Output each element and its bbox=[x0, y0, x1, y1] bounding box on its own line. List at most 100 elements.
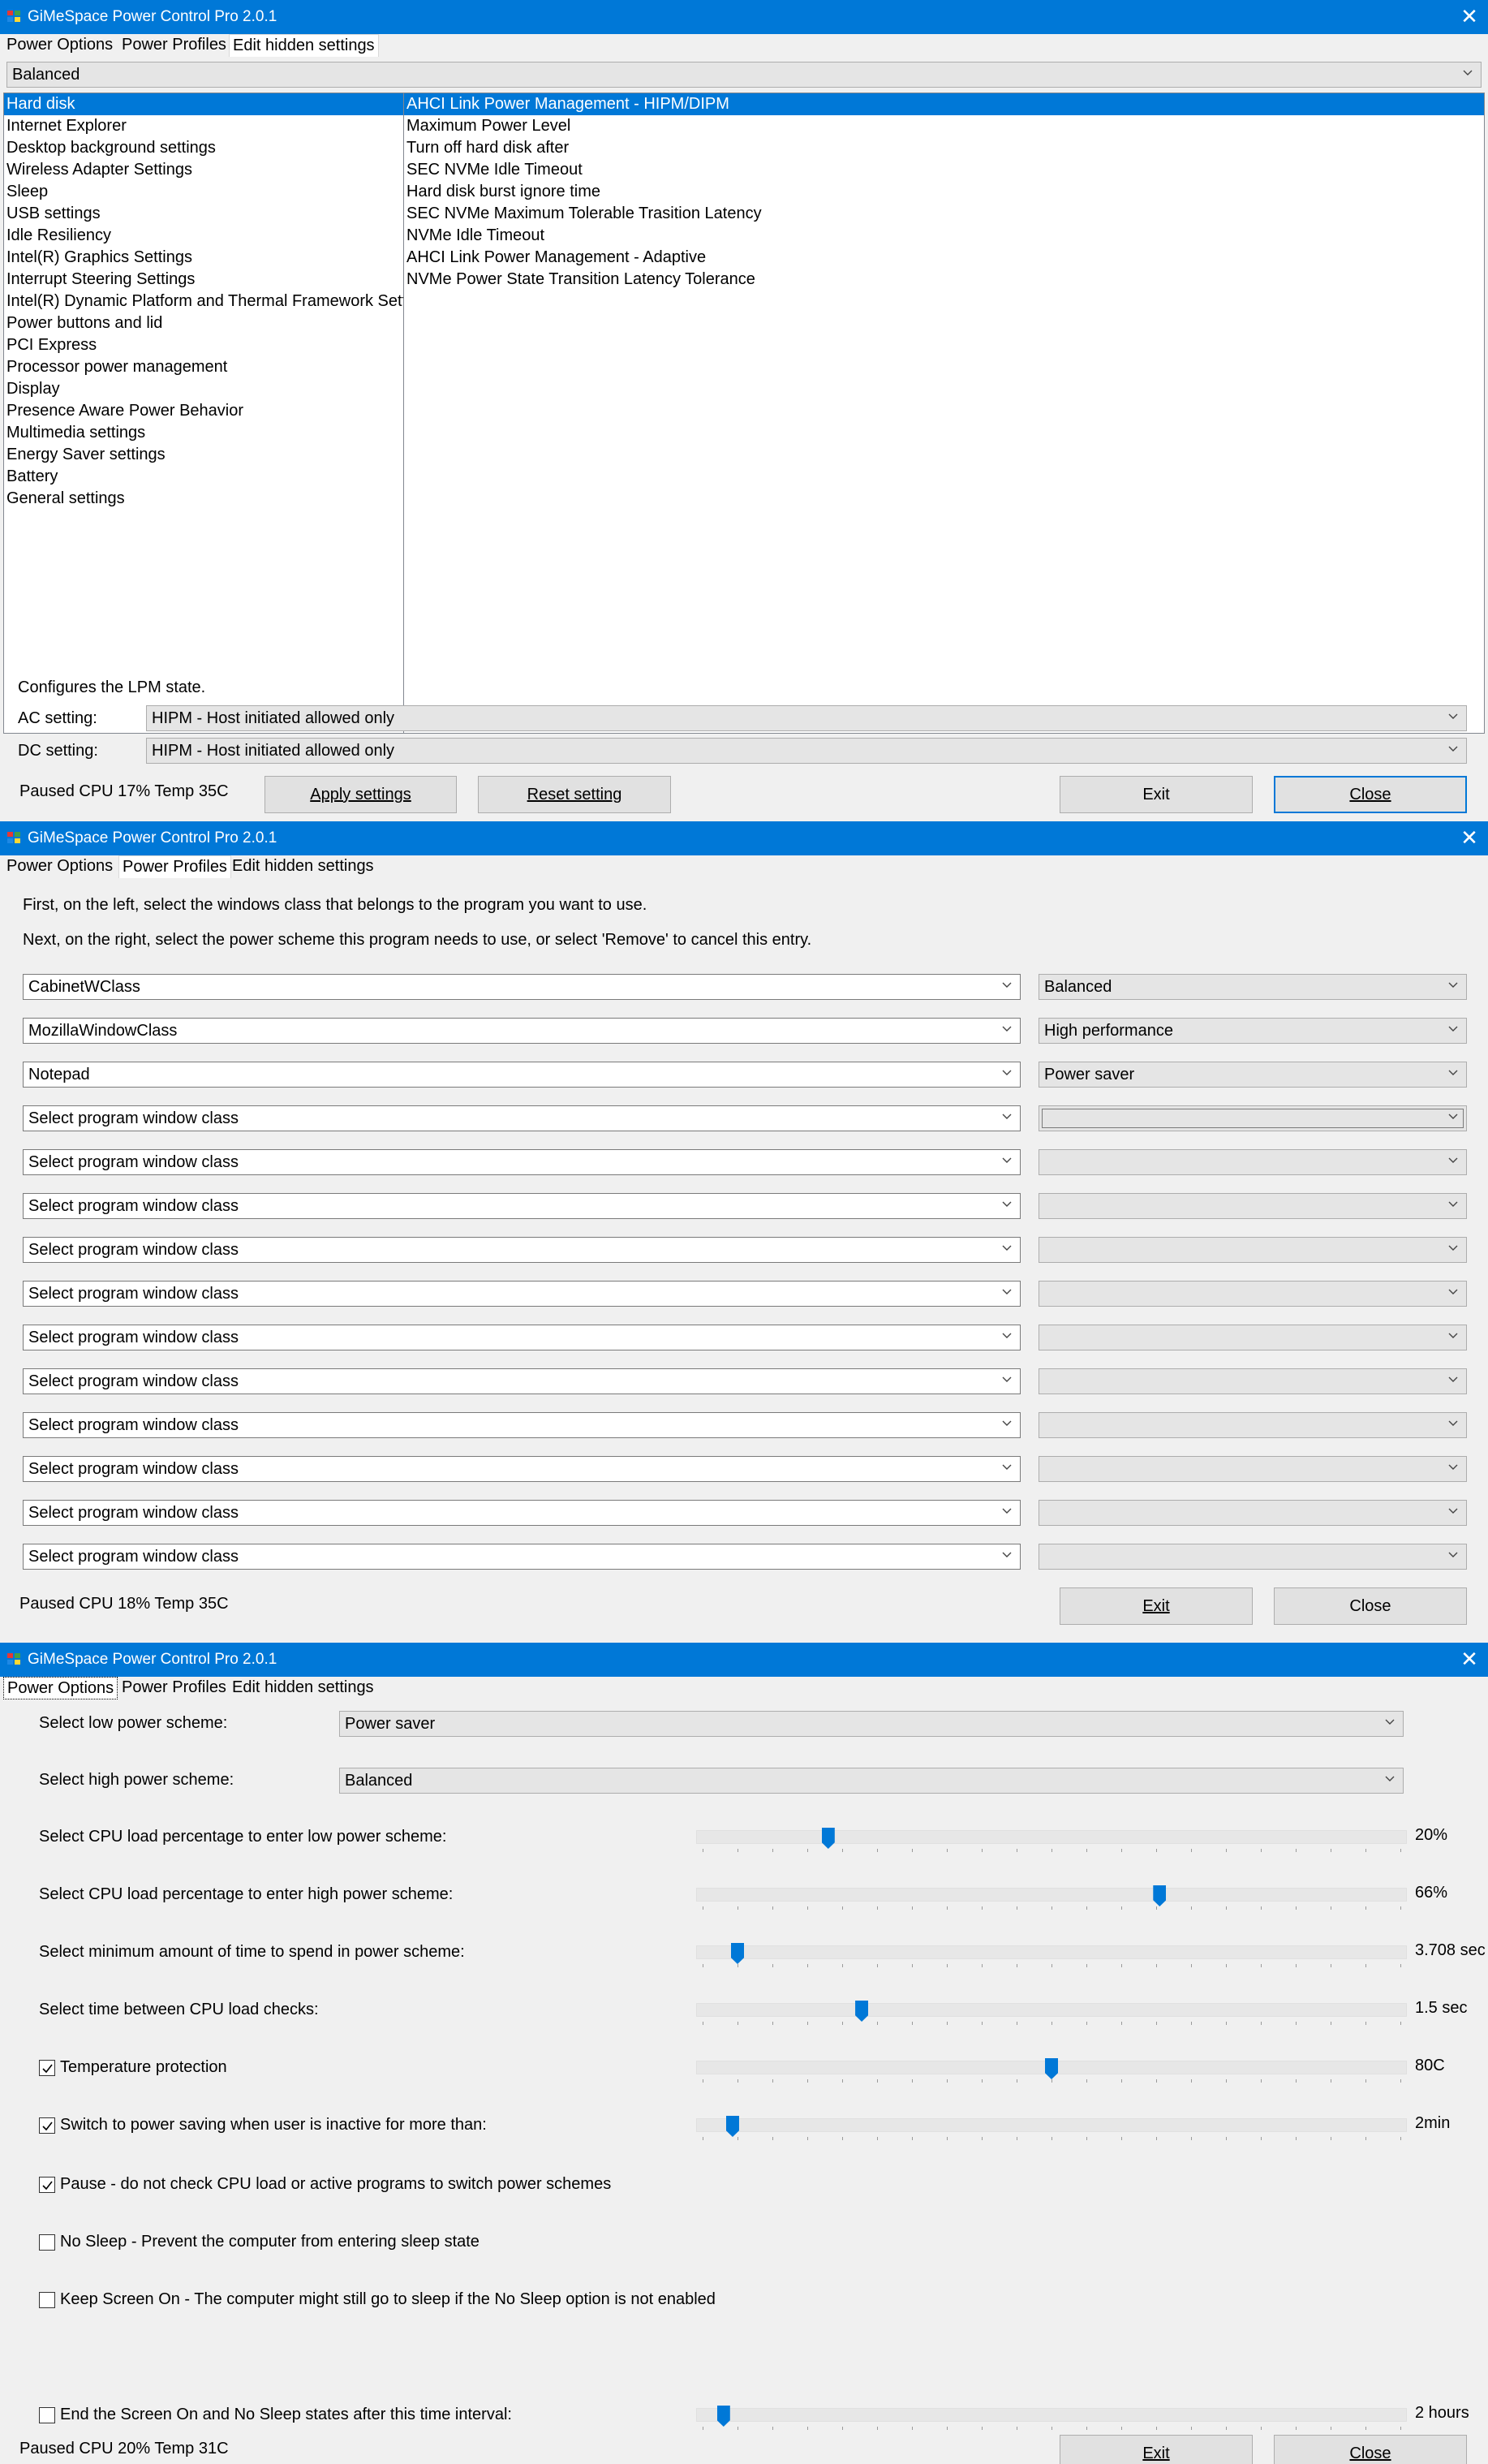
scheme-select[interactable]: Balanced bbox=[6, 62, 1482, 88]
power-scheme-select[interactable]: High performance bbox=[1039, 1018, 1467, 1044]
power-scheme-select[interactable] bbox=[1039, 1237, 1467, 1263]
category-item[interactable]: Display bbox=[4, 378, 403, 400]
tab-edit-hidden-settings[interactable]: Edit hidden settings bbox=[229, 855, 377, 878]
category-item[interactable]: Wireless Adapter Settings bbox=[4, 159, 403, 181]
window-class-select[interactable]: Select program window class bbox=[23, 1456, 1021, 1482]
close-icon[interactable]: ✕ bbox=[1451, 1643, 1488, 1677]
title-bar[interactable]: GiMeSpace Power Control Pro 2.0.1 ✕ bbox=[0, 821, 1488, 855]
category-item[interactable]: Processor power management bbox=[4, 356, 403, 378]
category-item[interactable]: Hard disk bbox=[4, 93, 403, 115]
tab-power-options[interactable]: Power Options bbox=[3, 34, 116, 57]
category-item[interactable]: Presence Aware Power Behavior bbox=[4, 400, 403, 422]
category-item[interactable]: Intel(R) Graphics Settings bbox=[4, 247, 403, 269]
power-scheme-select[interactable] bbox=[1039, 1456, 1467, 1482]
category-item[interactable]: Energy Saver settings bbox=[4, 444, 403, 466]
reset-setting-button[interactable]: Reset setting bbox=[478, 776, 671, 813]
window-class-select[interactable]: Notepad bbox=[23, 1062, 1021, 1088]
category-list[interactable]: Hard disk Internet Explorer Desktop backgr… bbox=[3, 93, 404, 734]
category-item[interactable]: PCI Express bbox=[4, 334, 403, 356]
window-class-select[interactable]: Select program window class bbox=[23, 1193, 1021, 1219]
window-class-select[interactable]: Select program window class bbox=[23, 1281, 1021, 1307]
window-class-select[interactable]: Select program window class bbox=[23, 1544, 1021, 1570]
title-bar[interactable]: GiMeSpace Power Control Pro 2.0.1 ✕ bbox=[0, 1643, 1488, 1677]
close-button[interactable]: Close bbox=[1274, 776, 1467, 813]
option-checkbox[interactable] bbox=[39, 2292, 55, 2308]
slider-thumb[interactable] bbox=[725, 2116, 739, 2137]
category-item[interactable]: Desktop background settings bbox=[4, 137, 403, 159]
option-slider[interactable] bbox=[696, 2052, 1407, 2084]
category-item[interactable]: Multimedia settings bbox=[4, 422, 403, 444]
tab-power-options[interactable]: Power Options bbox=[3, 1677, 118, 1699]
window-class-select[interactable]: Select program window class bbox=[23, 1368, 1021, 1394]
power-scheme-select[interactable] bbox=[1039, 1193, 1467, 1219]
low-scheme-select[interactable]: Power saver bbox=[339, 1711, 1404, 1737]
category-item[interactable]: Idle Resiliency bbox=[4, 225, 403, 247]
tab-power-options[interactable]: Power Options bbox=[3, 855, 116, 878]
setting-item[interactable]: NVMe Power State Transition Latency Tole… bbox=[404, 269, 1484, 291]
window-class-select[interactable]: Select program window class bbox=[23, 1105, 1021, 1131]
option-checkbox[interactable] bbox=[39, 2117, 55, 2134]
setting-item[interactable]: SEC NVMe Idle Timeout bbox=[404, 159, 1484, 181]
high-scheme-select[interactable]: Balanced bbox=[339, 1768, 1404, 1794]
end-interval-slider[interactable] bbox=[696, 2399, 1407, 2432]
window-class-select[interactable]: CabinetWClass bbox=[23, 974, 1021, 1000]
option-slider[interactable] bbox=[696, 2109, 1407, 2142]
setting-item[interactable]: Hard disk burst ignore time bbox=[404, 181, 1484, 203]
slider-thumb[interactable] bbox=[1153, 1885, 1167, 1906]
power-scheme-select[interactable]: Power saver bbox=[1039, 1062, 1467, 1088]
category-item[interactable]: Battery bbox=[4, 466, 403, 488]
tab-edit-hidden-settings[interactable]: Edit hidden settings bbox=[229, 34, 379, 57]
exit-button[interactable]: Exit bbox=[1060, 1587, 1253, 1625]
window-class-select[interactable]: Select program window class bbox=[23, 1237, 1021, 1263]
power-scheme-select[interactable]: Balanced bbox=[1039, 974, 1467, 1000]
option-checkbox[interactable] bbox=[39, 2177, 55, 2193]
power-scheme-select[interactable] bbox=[1039, 1500, 1467, 1526]
setting-item[interactable]: AHCI Link Power Management - Adaptive bbox=[404, 247, 1484, 269]
window-class-select[interactable]: Select program window class bbox=[23, 1412, 1021, 1438]
ac-setting-select[interactable]: HIPM - Host initiated allowed only bbox=[146, 705, 1467, 731]
close-icon[interactable]: ✕ bbox=[1451, 821, 1488, 855]
close-button[interactable]: Close bbox=[1274, 1587, 1467, 1625]
power-scheme-select[interactable] bbox=[1039, 1325, 1467, 1350]
close-button[interactable]: Close bbox=[1274, 2435, 1467, 2464]
window-class-select[interactable]: Select program window class bbox=[23, 1149, 1021, 1175]
option-slider[interactable] bbox=[696, 1994, 1407, 2027]
dc-setting-select[interactable]: HIPM - Host initiated allowed only bbox=[146, 738, 1467, 764]
category-item[interactable]: Interrupt Steering Settings bbox=[4, 269, 403, 291]
tab-edit-hidden-settings[interactable]: Edit hidden settings bbox=[229, 1677, 377, 1699]
title-bar[interactable]: GiMeSpace Power Control Pro 2.0.1 ✕ bbox=[0, 0, 1488, 34]
exit-button[interactable]: Exit bbox=[1060, 2435, 1253, 2464]
slider-thumb[interactable] bbox=[1045, 2058, 1058, 2079]
option-slider[interactable] bbox=[696, 1821, 1407, 1854]
tab-power-profiles[interactable]: Power Profiles bbox=[118, 1677, 230, 1699]
option-slider[interactable] bbox=[696, 1936, 1407, 1969]
option-checkbox[interactable] bbox=[39, 2234, 55, 2251]
setting-item[interactable]: NVMe Idle Timeout bbox=[404, 225, 1484, 247]
tab-power-profiles[interactable]: Power Profiles bbox=[118, 855, 231, 878]
slider-thumb[interactable] bbox=[716, 2406, 730, 2427]
window-class-select[interactable]: Select program window class bbox=[23, 1500, 1021, 1526]
tab-power-profiles[interactable]: Power Profiles bbox=[118, 34, 230, 57]
setting-item[interactable]: SEC NVMe Maximum Tolerable Trasition Lat… bbox=[404, 203, 1484, 225]
power-scheme-select[interactable] bbox=[1039, 1149, 1467, 1175]
power-scheme-select[interactable] bbox=[1039, 1544, 1467, 1570]
category-item[interactable]: Intel(R) Dynamic Platform and Thermal Fr… bbox=[4, 291, 403, 312]
power-scheme-select[interactable] bbox=[1039, 1368, 1467, 1394]
apply-settings-button[interactable]: Apply settings bbox=[264, 776, 457, 813]
slider-thumb[interactable] bbox=[821, 1828, 835, 1849]
setting-item[interactable]: AHCI Link Power Management - HIPM/DIPM bbox=[404, 93, 1484, 115]
category-item[interactable]: USB settings bbox=[4, 203, 403, 225]
option-checkbox[interactable] bbox=[39, 2060, 55, 2076]
close-icon[interactable]: ✕ bbox=[1451, 0, 1488, 34]
power-scheme-select[interactable] bbox=[1039, 1281, 1467, 1307]
setting-item[interactable]: Maximum Power Level bbox=[404, 115, 1484, 137]
window-class-select[interactable]: MozillaWindowClass bbox=[23, 1018, 1021, 1044]
category-item[interactable]: Sleep bbox=[4, 181, 403, 203]
category-item[interactable]: General settings bbox=[4, 488, 403, 510]
option-slider[interactable] bbox=[696, 1879, 1407, 1911]
power-scheme-select[interactable] bbox=[1039, 1105, 1467, 1131]
setting-list[interactable]: AHCI Link Power Management - HIPM/DIPM Ma… bbox=[403, 93, 1485, 734]
end-interval-checkbox[interactable] bbox=[39, 2407, 55, 2423]
slider-thumb[interactable] bbox=[855, 2001, 869, 2022]
category-item[interactable]: Internet Explorer bbox=[4, 115, 403, 137]
